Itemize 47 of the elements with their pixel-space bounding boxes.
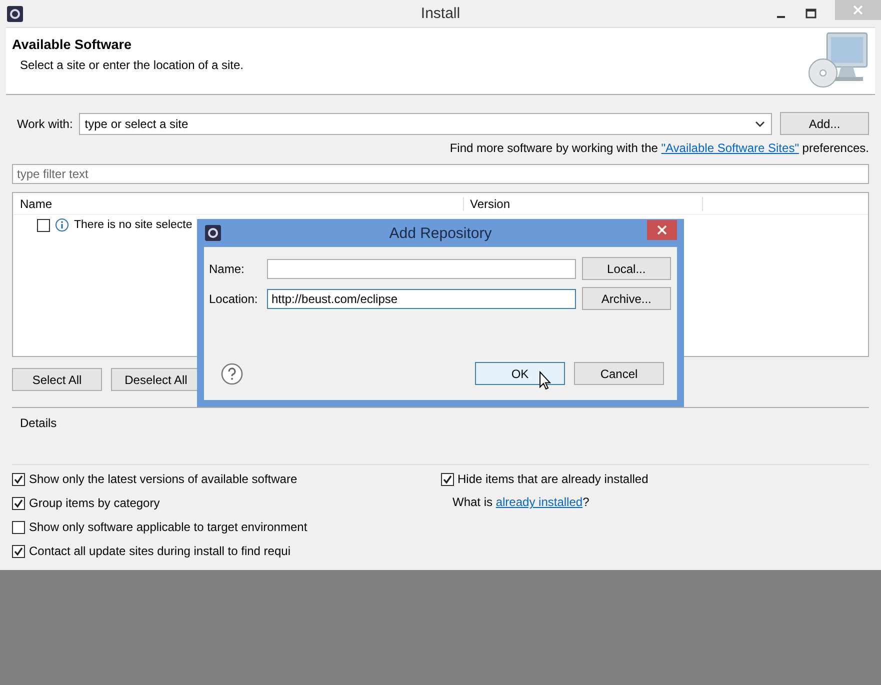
maximize-icon[interactable] (805, 8, 817, 20)
app-icon (6, 4, 24, 22)
column-header[interactable]: Name (13, 196, 464, 210)
info-icon (55, 218, 69, 232)
mouse-pointer-icon (539, 371, 551, 390)
filter-field[interactable]: type filter text (12, 164, 869, 184)
browse-button[interactable]: Local... (582, 257, 671, 280)
monitor-cd-icon (807, 31, 869, 89)
page-subtitle: Select a site or enter the location of a site. (20, 58, 244, 72)
details-label: Details (20, 416, 57, 430)
chevron-down-icon[interactable] (755, 120, 765, 128)
cancel-button[interactable]: Cancel (574, 362, 664, 385)
tree-row-text: There is no site selecte (74, 219, 192, 231)
window-title: Install (420, 5, 462, 22)
app-icon (204, 224, 222, 242)
field-label: Name: (209, 262, 246, 276)
checkbox-label: Show only software applicable to target environment (29, 520, 308, 534)
checkbox-label: Contact all update sites during install to find requi (29, 544, 290, 558)
column-header[interactable]: Version (464, 196, 703, 210)
already-installed-link[interactable]: already installed (496, 495, 583, 509)
work-with-label: Work with: (17, 116, 73, 130)
selection-button[interactable]: Select All (12, 368, 102, 391)
find-more-text: Find more software by working with the "Available Software Sites" preferences. (448, 141, 869, 155)
page-title: Available Software (12, 37, 133, 52)
text-field[interactable] (266, 258, 576, 278)
checkbox-label: Show only the latest versions of available software (29, 472, 298, 486)
checkbox-label: Group items by category (29, 496, 160, 510)
checkbox[interactable] (12, 520, 25, 534)
checkbox[interactable] (37, 218, 50, 232)
available-software-sites-link[interactable]: "Available Software Sites" (661, 141, 799, 155)
site-combo-box[interactable]: type or select a site (78, 112, 772, 134)
field-label: Location: (209, 292, 259, 306)
ok-button[interactable]: OK (475, 362, 565, 385)
add-button[interactable]: Add... (780, 112, 869, 135)
checkbox[interactable] (440, 472, 454, 486)
close-icon (853, 5, 863, 15)
close-button[interactable] (647, 220, 677, 240)
close-icon (657, 225, 667, 235)
dialog-title: Add Repository (388, 224, 493, 242)
checkbox-label: Hide items that are already installed (458, 472, 648, 486)
what-is-text: What is already installed? (452, 495, 590, 509)
text-field[interactable]: http://beust.com/eclipse (266, 288, 576, 308)
checkbox[interactable] (12, 472, 25, 486)
checkbox[interactable] (12, 496, 25, 510)
help-icon[interactable] (221, 362, 243, 384)
browse-button[interactable]: Archive... (582, 287, 671, 310)
checkbox[interactable] (12, 544, 25, 558)
